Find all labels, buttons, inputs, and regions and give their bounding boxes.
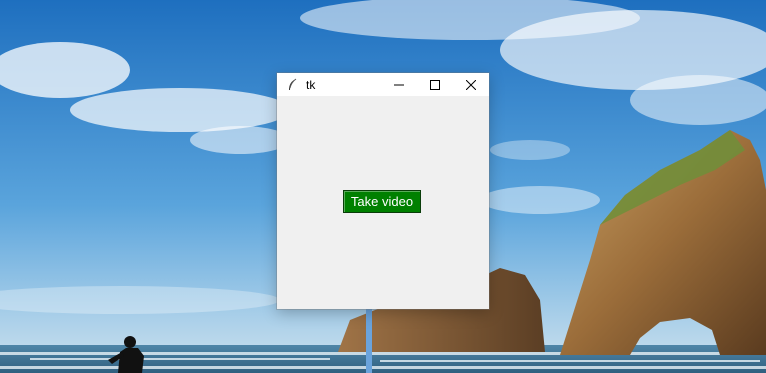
window-title: tk <box>306 77 316 92</box>
maximize-button[interactable] <box>417 73 453 96</box>
window-client-area: Take video <box>277 96 489 309</box>
close-button[interactable] <box>453 73 489 96</box>
tk-window: tk Take video <box>277 73 489 309</box>
title-bar[interactable]: tk <box>277 73 489 96</box>
close-icon <box>465 75 477 94</box>
minimize-button[interactable] <box>381 73 417 96</box>
feather-icon <box>284 77 300 93</box>
maximize-icon <box>430 75 440 94</box>
minimize-icon <box>394 75 404 94</box>
take-video-button[interactable]: Take video <box>343 190 421 213</box>
